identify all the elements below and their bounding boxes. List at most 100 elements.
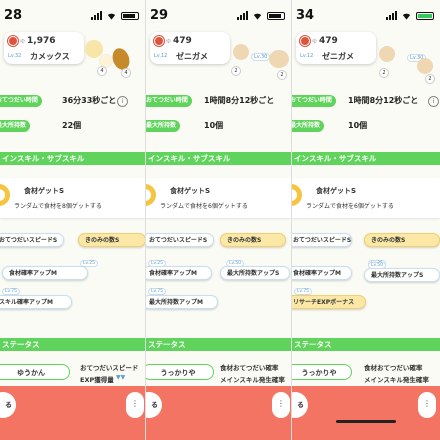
count-badge: 2: [231, 66, 241, 76]
footer-bar: る ⋮: [146, 386, 291, 440]
skill-section-header: インスキル・サブスキル: [292, 152, 440, 165]
cp-value: 479: [173, 36, 192, 46]
count-badge: 4: [97, 66, 107, 76]
pokemon-card: ゆ 479 Lv.12 ゼニガメ: [296, 32, 376, 64]
status-section-header: ステータス: [0, 338, 145, 351]
main-skill-card[interactable]: 食材ゲットS ランダムで食材を6個ゲットする: [292, 178, 440, 218]
subskill-pill[interactable]: 最大所持数アップS: [220, 266, 290, 280]
wifi-icon: [402, 13, 411, 20]
nature-pill[interactable]: うっかりや: [146, 364, 214, 380]
subskill-pill[interactable]: きのみの数S: [364, 233, 440, 247]
main-skill-desc: ランダムで食材を8個ゲットする: [14, 203, 102, 210]
power-icon: [300, 36, 310, 46]
wifi-icon: [253, 13, 262, 20]
max-carry-value: 10個: [204, 121, 224, 130]
main-skill-desc: ランダムで食材を6個ゲットする: [160, 203, 248, 210]
nature-down: メインスキル発生確率: [364, 376, 429, 384]
ingredient-potato-icon: [269, 50, 289, 68]
menu-button[interactable]: ⋮: [272, 392, 290, 418]
subskill-pill[interactable]: 最大所持数アップM: [146, 295, 218, 309]
status-section-header: ステータス: [146, 338, 291, 351]
nature-pill[interactable]: うっかりや: [292, 364, 352, 380]
nature-down: メインスキル発生確率: [220, 376, 285, 384]
pokemon-name: カメックス: [30, 52, 70, 61]
menu-button[interactable]: ⋮: [418, 392, 436, 418]
nature-up: 食材おてつだい確率: [220, 364, 279, 372]
nature-up: おてつだいスピード: [80, 364, 139, 372]
subskill-pill[interactable]: 食材確率アップM: [146, 266, 212, 280]
main-skill-card[interactable]: 食材ゲットS ランダムで食材を6個ゲットする: [146, 178, 291, 218]
subskill-pill[interactable]: 食材確率アップM: [2, 266, 88, 280]
main-skill-card[interactable]: 食材ゲットS ランダムで食材を8個ゲットする: [0, 178, 145, 218]
main-skill-name: 食材ゲットS: [316, 187, 357, 195]
pokemon-name: ゼニガメ: [176, 52, 208, 61]
subskill-pill[interactable]: きのみの数S: [78, 233, 145, 247]
subskill-pill[interactable]: 食材確率アップM: [292, 266, 352, 280]
ingredient-level: Lv.30: [251, 53, 271, 61]
cp-label: ゆ: [166, 38, 172, 45]
close-button[interactable]: る: [0, 392, 16, 418]
status-bar: 34: [292, 0, 440, 30]
battery-icon: [267, 12, 285, 20]
subskill-pill[interactable]: きのみの数S: [220, 233, 286, 247]
cp-label: ゆ: [312, 38, 318, 45]
subskill-pill[interactable]: おてつだいスピードS: [146, 233, 214, 247]
max-carry-row: 最大所持数 22個: [0, 120, 145, 134]
status-bar: 28: [0, 0, 145, 30]
signal-icon: [91, 11, 102, 20]
max-carry-label: 最大所持数: [292, 120, 325, 132]
max-carry-label: 最大所持数: [146, 120, 181, 132]
count-badge: 2: [379, 68, 389, 78]
skill-section-header: インスキル・サブスキル: [0, 152, 145, 165]
subskill-pill[interactable]: リサーチEXPボーナス: [292, 295, 366, 309]
help-time-row: おてつだい時間 1時間8分12秒ごと i: [292, 95, 440, 109]
menu-button[interactable]: ⋮: [126, 392, 144, 418]
subskill-pill[interactable]: 最大所持数アップS: [364, 268, 440, 282]
ingredient-icons: 4 4: [85, 30, 145, 90]
close-button[interactable]: る: [292, 392, 308, 418]
home-indicator[interactable]: [336, 420, 396, 423]
max-carry-value: 22個: [62, 121, 82, 130]
nature-up: 食材おてつだい確率: [364, 364, 423, 372]
help-time-value: 36分33秒ごと: [62, 96, 117, 105]
help-time-label: おてつだい時間: [0, 95, 42, 107]
pokemon-level: Lv.12: [154, 53, 168, 59]
skill-ring-icon: [0, 184, 10, 206]
subskill-pill[interactable]: おてつだいスピードS: [292, 233, 352, 247]
pokemon-name: ゼニガメ: [322, 52, 354, 61]
help-time-row: おてつだい時間 36分33秒ごと i: [0, 95, 145, 109]
count-badge: 4: [121, 68, 131, 78]
cp-value: 1,976: [27, 36, 56, 46]
status-bar: 29: [146, 0, 291, 30]
clock: 34: [296, 8, 315, 23]
main-skill-name: 食材ゲットS: [170, 187, 211, 195]
info-icon[interactable]: i: [428, 96, 439, 107]
help-time-row: おてつだい時間 1時間8分12秒ごと: [146, 95, 291, 109]
close-button[interactable]: る: [146, 392, 162, 418]
cp-label: ゆ: [20, 38, 26, 45]
pokemon-level: Lv.32: [8, 53, 22, 59]
subskill-pill[interactable]: スキル確率アップM: [0, 295, 72, 309]
help-time-label: おてつだい時間: [146, 95, 192, 107]
ingredient-icons: Lv.30 2 2: [231, 30, 291, 90]
max-carry-row: 最大所持数 10個: [292, 120, 440, 134]
screenshot-panel-1: 28 ゆ 1,976 Lv.32 カメックス 4 4 おてつだい時間 36分33…: [0, 0, 146, 440]
main-skill-desc: ランダムで食材を6個ゲットする: [306, 203, 394, 210]
subskill-level: Lv.75: [148, 288, 166, 295]
help-time-label: おてつだい時間: [292, 95, 336, 107]
skill-ring-icon: [146, 184, 156, 206]
main-skill-name: 食材ゲットS: [24, 187, 65, 195]
signal-icon: [237, 11, 248, 20]
help-time-value: 1時間8分12秒ごと: [204, 96, 275, 105]
skill-ring-icon: [292, 184, 302, 206]
subskill-pill[interactable]: おてつだいスピードS: [0, 233, 64, 247]
pokemon-card: ゆ 1,976 Lv.32 カメックス: [4, 32, 84, 64]
status-section-header: ステータス: [292, 338, 440, 351]
nature-pill[interactable]: ゆうかん: [0, 364, 70, 380]
screenshot-panel-3: 34 ゆ 479 Lv.12 ゼニガメ Lv.30 2 2 おてつだい時間 1時…: [292, 0, 440, 440]
subskill-level: Lv.75: [2, 288, 20, 295]
cp-value: 479: [319, 36, 338, 46]
info-icon[interactable]: i: [117, 96, 128, 107]
power-icon: [154, 36, 164, 46]
max-carry-row: 最大所持数 10個: [146, 120, 291, 134]
